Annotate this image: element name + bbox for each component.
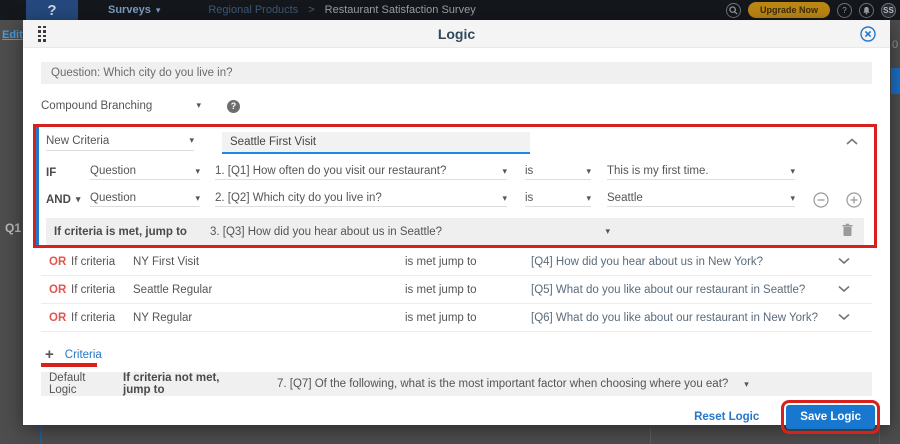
or-label: OR <box>49 284 71 296</box>
criteria-name: NY Regular <box>133 312 405 324</box>
operator-select[interactable]: is▾ <box>525 165 591 180</box>
plus-icon: + <box>45 346 54 363</box>
criteria-target-question: [Q6] What do you like about our restaura… <box>531 312 838 324</box>
save-logic-button[interactable]: Save Logic <box>786 405 875 429</box>
annotation-criteria-box: New Criteria ▾ IF Question▾ 1. [Q1] How … <box>33 124 877 248</box>
chevron-down-icon[interactable] <box>838 312 850 324</box>
operator-select[interactable]: is▾ <box>525 192 591 207</box>
annotation-underline <box>41 363 97 367</box>
caret-down-icon: ▾ <box>605 226 610 238</box>
caret-down-icon: ▾ <box>189 135 194 147</box>
question-select[interactable]: 1. [Q1] How often do you visit our resta… <box>215 165 507 180</box>
or-label: OR <box>49 312 71 324</box>
or-label: OR <box>49 256 71 268</box>
remove-condition-icon[interactable] <box>813 192 829 208</box>
background-count-fragment: 0 <box>892 39 898 51</box>
add-criteria-link[interactable]: Criteria <box>65 349 102 361</box>
connector-label: IF <box>46 167 90 179</box>
criteria-summary-row: OR If criteria NY Regular is met jump to… <box>41 304 872 332</box>
jump-question-select[interactable]: 3. [Q3] How did you hear about us in Sea… <box>210 226 610 238</box>
help-icon[interactable]: ? <box>837 3 852 18</box>
default-jump-select[interactable]: 7. [Q7] Of the following, what is the mo… <box>277 378 728 390</box>
top-navigation-bar: ? Surveys ▾ Regional Products > Restaura… <box>0 0 900 20</box>
condition-row: IF Question▾ 1. [Q1] How often do you vi… <box>46 159 864 186</box>
caret-down-icon: ▾ <box>195 166 200 177</box>
background-question-fragment: Q1 <box>5 221 21 235</box>
surveys-caret-icon: ▾ <box>156 5 161 16</box>
caret-down-icon: ▾ <box>196 100 201 112</box>
criteria-mid: is met jump to <box>405 284 531 296</box>
default-logic-mid: If criteria not met, jump to <box>123 372 241 396</box>
source-select[interactable]: Question▾ <box>90 192 200 207</box>
annotation-save-box: Save Logic <box>781 400 880 434</box>
criteria-name: NY First Visit <box>133 256 405 268</box>
caret-down-icon: ▾ <box>502 166 507 177</box>
logic-modal: Logic Question: Which city do you live i… <box>23 20 890 425</box>
default-logic-row: Default Logic If criteria not met, jump … <box>41 372 872 396</box>
chevron-up-icon[interactable] <box>846 137 858 149</box>
answer-select[interactable]: Seattle▾ <box>607 192 795 207</box>
criteria-type-select[interactable]: New Criteria ▾ <box>46 135 194 151</box>
reset-logic-link[interactable]: Reset Logic <box>694 411 759 423</box>
criteria-name: Seattle Regular <box>133 284 405 296</box>
criteria-prefix: If criteria <box>71 312 133 324</box>
avatar[interactable]: SS <box>881 3 896 18</box>
breadcrumb-current: Restaurant Satisfaction Survey <box>325 4 476 16</box>
chevron-down-icon[interactable] <box>838 284 850 296</box>
upgrade-now-button[interactable]: Upgrade Now <box>748 2 830 18</box>
jump-row: If criteria is met, jump to 3. [Q3] How … <box>46 218 864 245</box>
caret-down-icon: ▾ <box>790 166 795 177</box>
chevron-down-icon[interactable] <box>838 256 850 268</box>
default-logic-label: Default Logic <box>49 372 113 396</box>
condition-row: AND ▾ Question▾ 2. [Q2] Which city do yo… <box>46 186 864 213</box>
caret-down-icon: ▾ <box>502 193 507 204</box>
connector-select[interactable]: AND ▾ <box>46 194 90 206</box>
surveys-menu[interactable]: Surveys <box>108 4 151 16</box>
caret-down-icon: ▾ <box>744 379 749 390</box>
caret-down-icon: ▾ <box>586 193 591 204</box>
caret-down-icon: ▾ <box>790 193 795 204</box>
jump-label: If criteria is met, jump to <box>54 226 210 238</box>
modal-header: Logic <box>23 20 890 48</box>
delete-criteria-icon[interactable] <box>841 223 854 240</box>
answer-select[interactable]: This is my first time.▾ <box>607 165 795 180</box>
search-icon[interactable] <box>726 3 741 18</box>
criteria-mid: is met jump to <box>405 312 531 324</box>
background-button-fragment <box>891 68 900 94</box>
criteria-mid: is met jump to <box>405 256 531 268</box>
criteria-prefix: If criteria <box>71 284 133 296</box>
add-condition-icon[interactable] <box>846 192 862 208</box>
criteria-prefix: If criteria <box>71 256 133 268</box>
questionpro-logo-icon[interactable]: ? <box>26 0 78 20</box>
bell-icon[interactable] <box>859 3 874 18</box>
caret-down-icon: ▾ <box>195 193 200 204</box>
close-icon[interactable] <box>860 26 876 42</box>
background-edit-tab: Edit <box>2 29 23 41</box>
criteria-summary-row: OR If criteria NY First Visit is met jum… <box>41 248 872 276</box>
branching-type-select[interactable]: Compound Branching ▾ <box>41 100 201 112</box>
criteria-name-input[interactable] <box>222 132 530 154</box>
context-question-bar: Question: Which city do you live in? <box>41 62 872 84</box>
breadcrumb-parent[interactable]: Regional Products <box>208 4 298 16</box>
criteria-summary-row: OR If criteria Seattle Regular is met ju… <box>41 276 872 304</box>
question-select[interactable]: 2. [Q2] Which city do you live in?▾ <box>215 192 507 207</box>
caret-down-icon: ▾ <box>586 166 591 177</box>
breadcrumb-separator: > <box>308 4 314 16</box>
source-select[interactable]: Question▾ <box>90 165 200 180</box>
caret-down-icon: ▾ <box>76 194 81 205</box>
criteria-target-question: [Q5] What do you like about our restaura… <box>531 284 838 296</box>
criteria-target-question: [Q4] How did you hear about us in New Yo… <box>531 256 838 268</box>
modal-title: Logic <box>23 26 890 42</box>
branching-help-icon[interactable]: ? <box>227 100 240 113</box>
